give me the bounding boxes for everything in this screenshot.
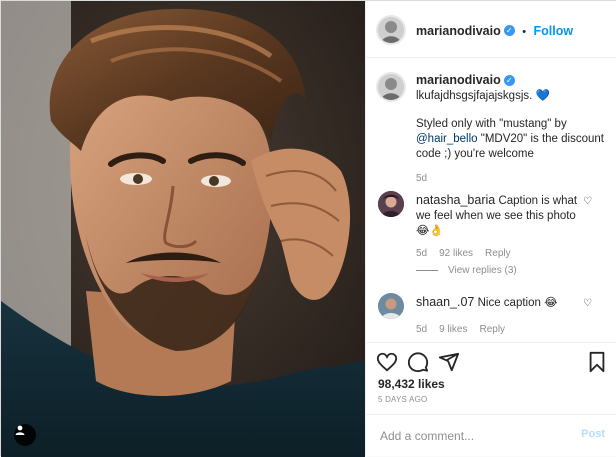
comment-time[interactable]: 5d: [416, 324, 427, 335]
post-sidebar: marianodivaio ✓ • Follow marianodivaio ✓ l…: [365, 1, 616, 456]
comment-likes[interactable]: 9 likes: [439, 324, 467, 335]
comment-input[interactable]: [378, 425, 577, 447]
view-replies[interactable]: View replies (3): [416, 265, 529, 276]
author-avatar[interactable]: [376, 15, 406, 45]
share-icon[interactable]: [438, 351, 460, 373]
heart-icon[interactable]: ♡: [583, 298, 592, 309]
bookmark-icon[interactable]: [587, 351, 607, 373]
post-comment-button[interactable]: Post: [581, 428, 605, 440]
comment-text: Nice caption: [477, 297, 541, 309]
comment-time[interactable]: 5d: [416, 248, 427, 259]
caption-line4: code ;) you're welcome: [416, 148, 534, 160]
post-photo[interactable]: [1, 1, 365, 457]
post-date[interactable]: 5 DAYS AGO: [378, 395, 427, 404]
view-replies-label[interactable]: View replies (3): [448, 265, 517, 276]
heart-icon[interactable]: [376, 351, 398, 373]
comment-icon[interactable]: [407, 351, 429, 373]
heart-emoji: 💙: [535, 90, 550, 102]
comment: shaan_.07 Nice caption 😂 5d 9 likes Reply: [416, 295, 586, 337]
user-tag-button[interactable]: [14, 424, 36, 446]
like-count[interactable]: 98,432 likes: [378, 377, 445, 391]
portrait-image: [1, 1, 365, 457]
caption-time[interactable]: 5d: [416, 173, 427, 184]
reply-button[interactable]: Reply: [485, 248, 511, 259]
reply-button[interactable]: Reply: [479, 324, 505, 335]
header-separator: •: [522, 26, 527, 38]
caption-line1: lkufajdhsgsjfajajskgsjs.: [416, 90, 533, 102]
post-header: marianodivaio ✓ • Follow: [366, 1, 616, 58]
caption-line2: Styled only with "mustang" by: [416, 118, 567, 130]
caption-username[interactable]: marianodivaio: [416, 73, 501, 87]
instagram-post: marianodivaio ✓ • Follow marianodivaio ✓ l…: [0, 0, 616, 457]
author-username[interactable]: marianodivaio: [416, 24, 501, 38]
commenter-avatar[interactable]: [378, 293, 404, 319]
comment-composer: Post: [366, 414, 616, 456]
caption-avatar[interactable]: [376, 72, 406, 102]
user-tag-icon: [15, 425, 25, 435]
comment-likes[interactable]: 92 likes: [439, 248, 473, 259]
comment-emoji: 😂👌: [416, 225, 444, 237]
follow-button[interactable]: Follow: [534, 24, 574, 38]
comment-username[interactable]: shaan_.07: [416, 295, 474, 309]
verified-badge-icon: ✓: [503, 75, 515, 87]
heart-icon[interactable]: ♡: [583, 196, 592, 207]
comments-list[interactable]: marianodivaio ✓ lkufajdhsgsjfajajskgsjs. …: [366, 58, 616, 342]
comment-emoji: 😂: [544, 297, 558, 309]
mention-link[interactable]: @hair_bello: [416, 133, 478, 145]
caption: marianodivaio ✓ lkufajdhsgsjfajajskgsjs. …: [416, 73, 606, 186]
caption-line3: "MDV20" is the discount: [477, 133, 604, 145]
verified-badge-icon: ✓: [503, 25, 515, 37]
action-bar: 98,432 likes 5 DAYS AGO: [366, 342, 616, 410]
comment-username[interactable]: natasha_baria: [416, 193, 495, 207]
comment: natasha_baria Caption is what we feel wh…: [416, 193, 586, 261]
commenter-avatar[interactable]: [378, 191, 404, 217]
